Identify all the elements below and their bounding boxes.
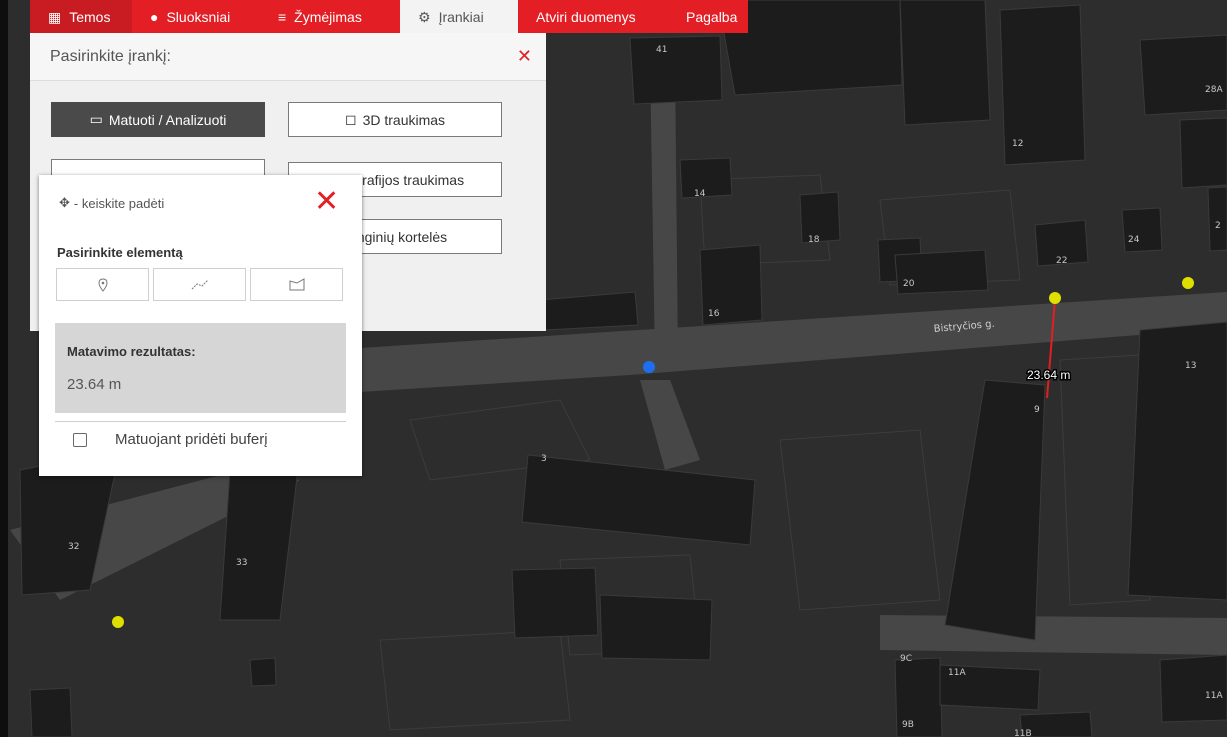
close-icon[interactable]: ✕	[517, 46, 532, 67]
map-point-yellow[interactable]	[1182, 277, 1194, 289]
tab-label: Įrankiai	[438, 8, 484, 25]
list-icon: ≡	[278, 8, 287, 25]
cube-icon: ◻	[344, 111, 357, 127]
svg-text:16: 16	[708, 309, 720, 319]
location-point-blue[interactable]	[643, 361, 655, 373]
tab-label: Sluoksniai	[166, 8, 231, 25]
buffer-checkbox[interactable]	[73, 433, 87, 447]
tab-label: Žymėjimas	[294, 8, 362, 25]
tab-zymejimas[interactable]: ≡ Žymėjimas	[260, 0, 400, 33]
svg-text:2: 2	[1215, 221, 1221, 231]
svg-text:32: 32	[68, 542, 79, 552]
select-element-label: Pasirinkite elementą	[57, 245, 183, 260]
layers-icon: ●	[150, 8, 159, 25]
tab-label: Temos	[69, 8, 111, 25]
result-title: Matavimo rezultatas:	[67, 344, 196, 359]
svg-text:9C: 9C	[900, 654, 912, 664]
tab-label: Pagalba	[686, 8, 738, 25]
measure-analyze-button[interactable]: ▭ Matuoti / Analizuoti	[51, 102, 265, 137]
svg-text:3: 3	[541, 454, 547, 464]
svg-text:14: 14	[694, 189, 706, 199]
tools-header: Pasirinkite įrankį: ✕	[30, 33, 546, 81]
tools-title: Pasirinkite įrankį:	[50, 47, 171, 65]
svg-text:20: 20	[903, 279, 915, 289]
svg-text:12: 12	[1012, 139, 1023, 149]
svg-text:18: 18	[808, 235, 820, 245]
road-sidewalk	[650, 60, 678, 362]
svg-text:9B: 9B	[902, 720, 914, 730]
window-left-border	[0, 0, 8, 737]
road-diagonal	[640, 380, 700, 470]
svg-text:11B: 11B	[1014, 729, 1032, 737]
tab-temos[interactable]: ▦ Temos	[30, 0, 132, 33]
svg-text:9: 9	[1034, 405, 1040, 415]
svg-text:11A: 11A	[1205, 691, 1223, 701]
move-icon: ✥	[59, 195, 70, 210]
measure-point-start[interactable]	[1049, 292, 1061, 304]
svg-text:22: 22	[1056, 256, 1067, 266]
svg-text:13: 13	[1185, 361, 1196, 371]
polygon-tool-button[interactable]	[250, 268, 343, 301]
line-tool-button[interactable]	[153, 268, 246, 301]
svg-text:11A: 11A	[948, 668, 966, 678]
road-bottom	[880, 615, 1227, 655]
measure-label: 23.64 m	[1027, 368, 1070, 382]
top-navigation: ▦ Temos ● Sluoksniai ≡ Žymėjimas ⚙ Įrank…	[30, 0, 748, 33]
polyline-icon	[191, 279, 208, 289]
svg-text:41: 41	[656, 45, 667, 55]
svg-text:28A: 28A	[1205, 85, 1223, 95]
svg-text:24: 24	[1128, 235, 1140, 245]
tab-irankiai[interactable]: ⚙ Įrankiai	[400, 0, 518, 33]
polygon-icon	[289, 278, 304, 291]
measure-popup: ✥ - keiskite padėti ✕ Pasirinkite elemen…	[39, 175, 362, 476]
svg-text:33: 33	[236, 558, 247, 568]
ruler-icon: ▭	[89, 111, 103, 127]
tab-label: Atviri duomenys	[536, 8, 636, 25]
map-icon: ▦	[48, 8, 62, 25]
point-tool-button[interactable]	[56, 268, 149, 301]
tab-atviri-duomenys[interactable]: Atviri duomenys	[518, 0, 668, 33]
move-handle[interactable]: ✥ - keiskite padėti	[59, 195, 164, 211]
result-value: 23.64 m	[67, 376, 122, 393]
buffer-label[interactable]: Matuojant pridėti buferį	[115, 431, 268, 448]
map-point-yellow-left[interactable]	[112, 616, 124, 628]
point-marker-icon	[97, 277, 108, 292]
divider	[55, 421, 346, 422]
move-hint: - keiskite padėti	[73, 195, 165, 211]
measure-result-box: Matavimo rezultatas: 23.64 m	[55, 323, 346, 413]
gear-icon: ⚙	[418, 8, 431, 25]
close-icon[interactable]: ✕	[314, 187, 339, 217]
tab-pagalba[interactable]: Pagalba	[668, 0, 748, 33]
tab-sluoksniai[interactable]: ● Sluoksniai	[132, 0, 260, 33]
3d-extract-button[interactable]: ◻ 3D traukimas	[288, 102, 502, 137]
